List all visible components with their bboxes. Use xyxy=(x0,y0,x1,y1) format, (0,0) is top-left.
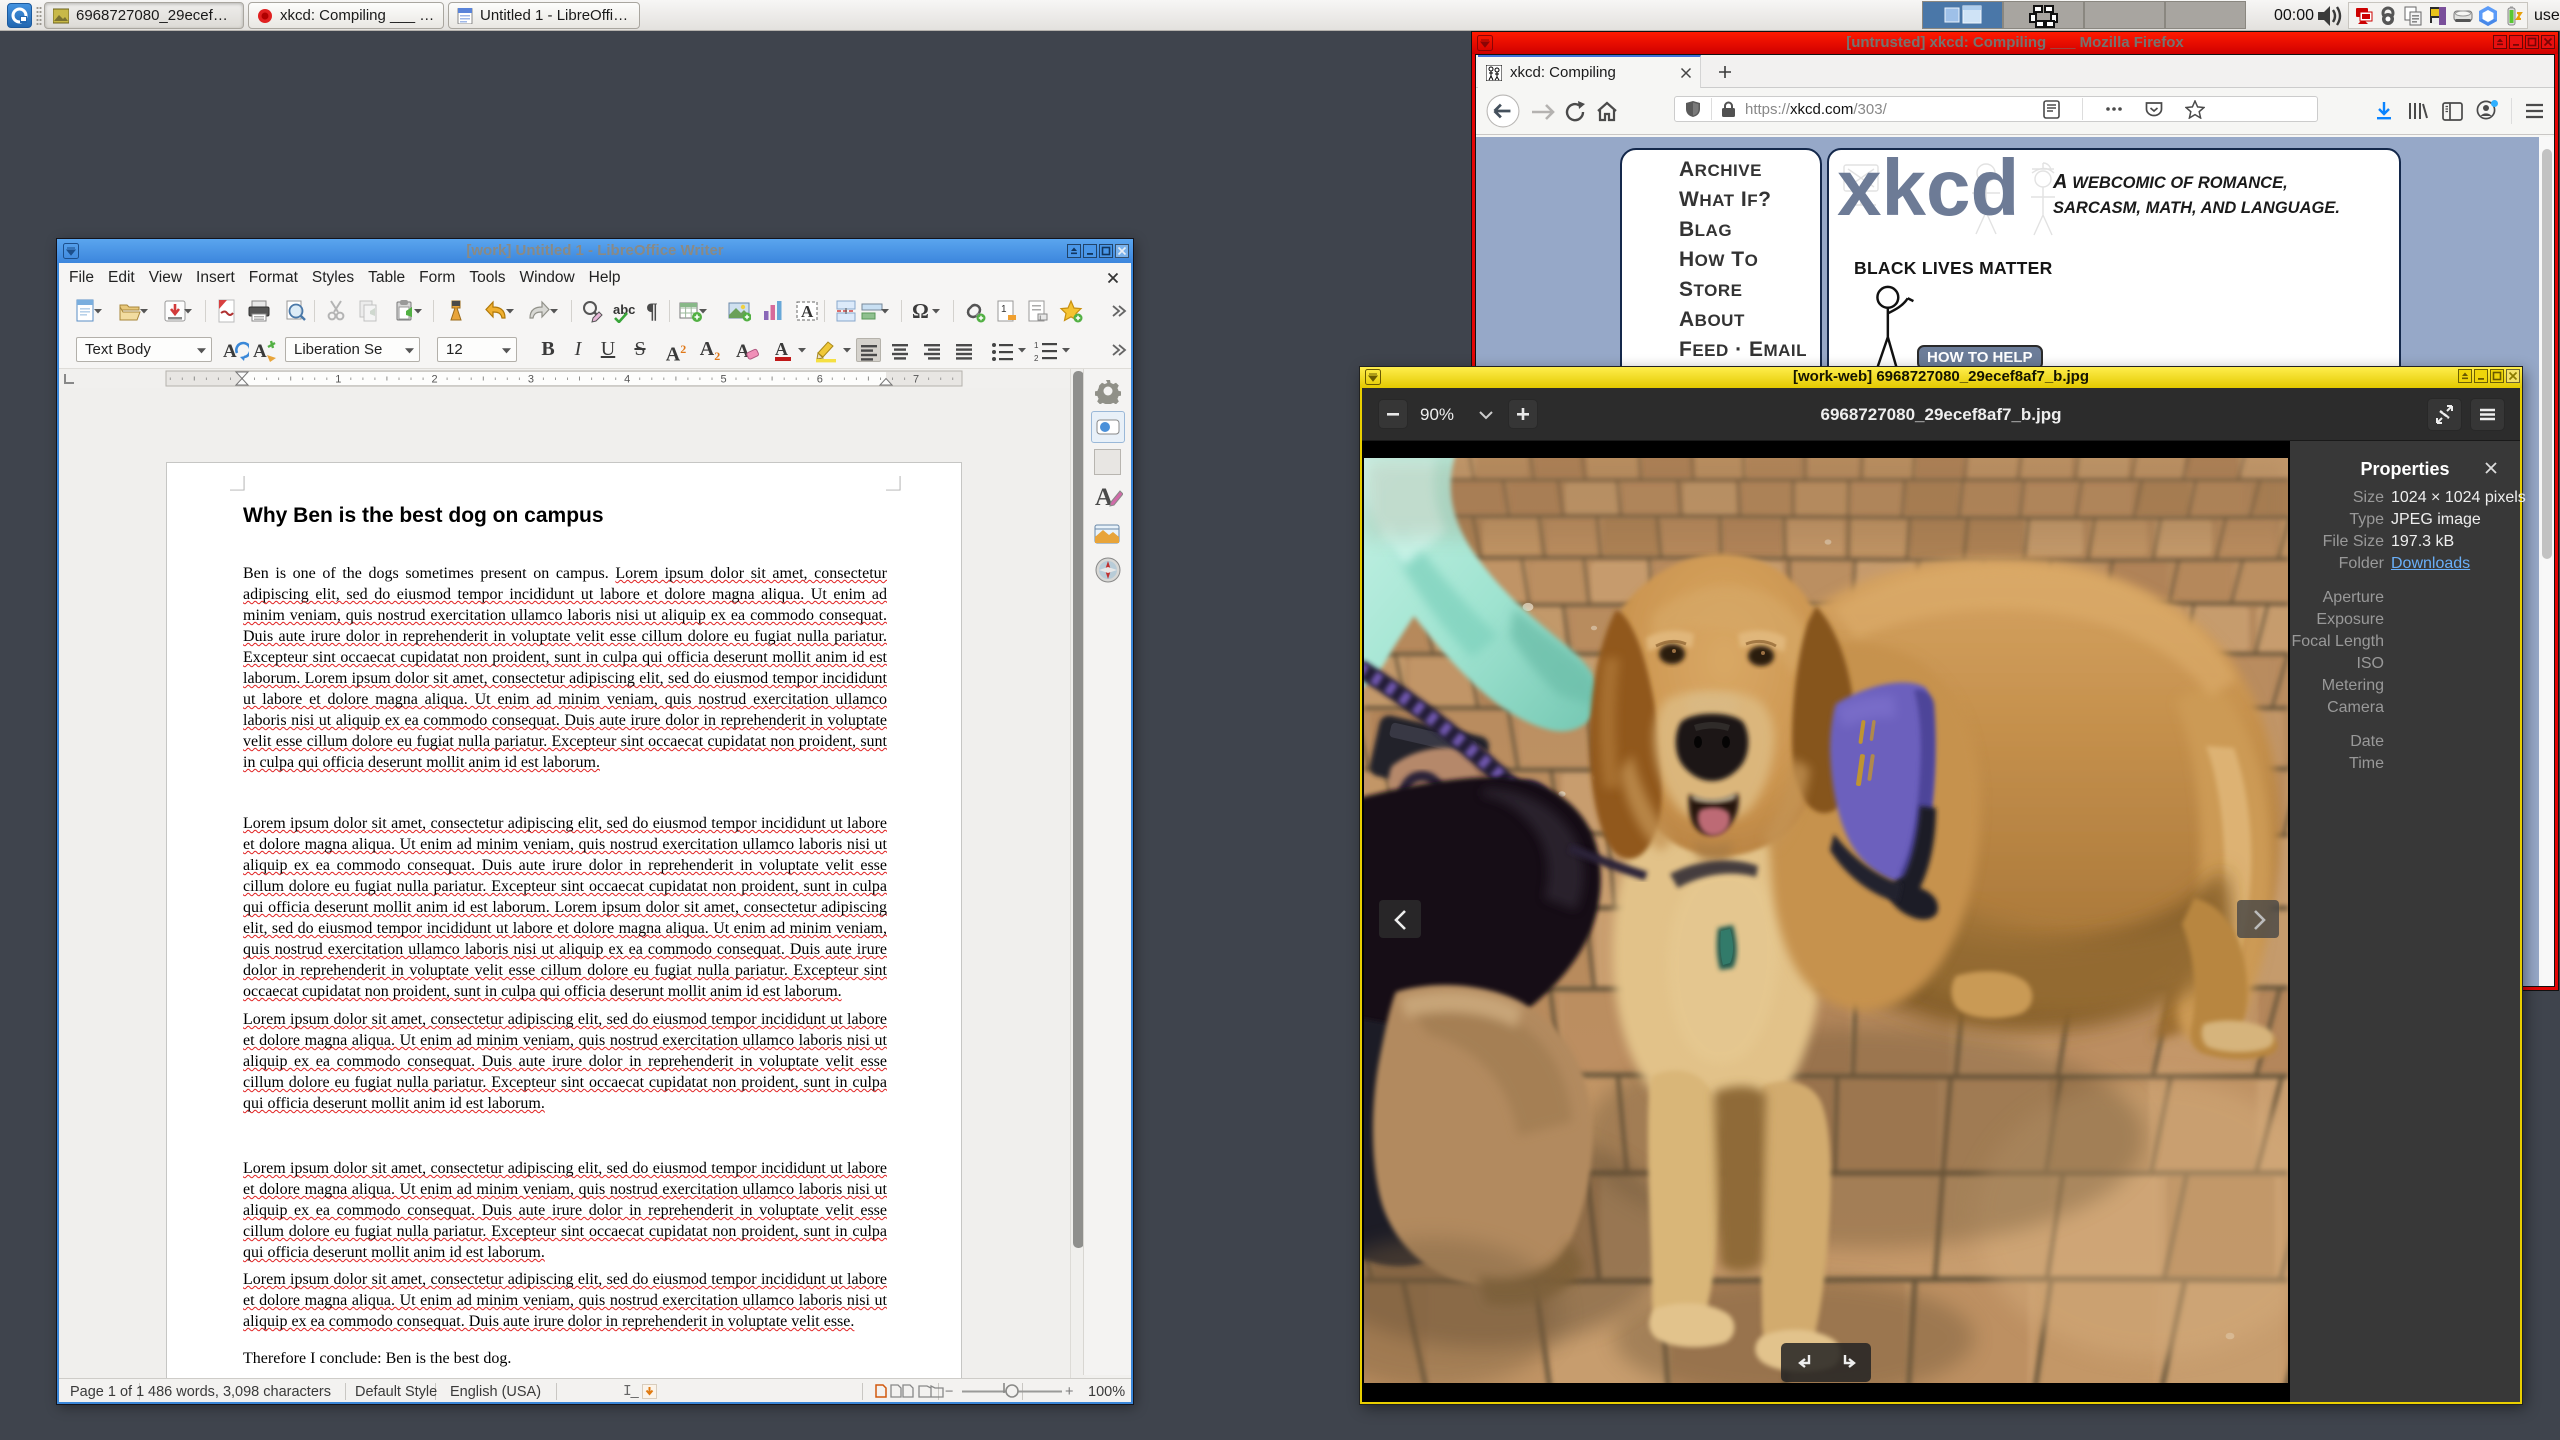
svg-text:i: i xyxy=(1040,316,1041,322)
svg-text:7: 7 xyxy=(913,374,919,386)
svg-text:2: 2 xyxy=(1034,354,1039,363)
svg-text:2: 2 xyxy=(432,374,438,386)
svg-text:3: 3 xyxy=(528,374,534,386)
svg-text:Ω: Ω xyxy=(912,299,929,323)
svg-text:A: A xyxy=(736,341,750,362)
svg-text:1: 1 xyxy=(1001,304,1007,315)
svg-text:¶: ¶ xyxy=(646,299,658,323)
svg-text:1: 1 xyxy=(1034,341,1039,350)
svg-text:4: 4 xyxy=(624,374,630,386)
svg-text:6: 6 xyxy=(817,374,823,386)
svg-text:1: 1 xyxy=(335,374,341,386)
svg-text:A: A xyxy=(801,302,814,321)
svg-text:A: A xyxy=(1095,484,1113,511)
svg-text:A: A xyxy=(775,339,788,359)
svg-text:A: A xyxy=(253,341,267,362)
svg-text:5: 5 xyxy=(720,374,726,386)
svg-text:A: A xyxy=(223,341,237,362)
